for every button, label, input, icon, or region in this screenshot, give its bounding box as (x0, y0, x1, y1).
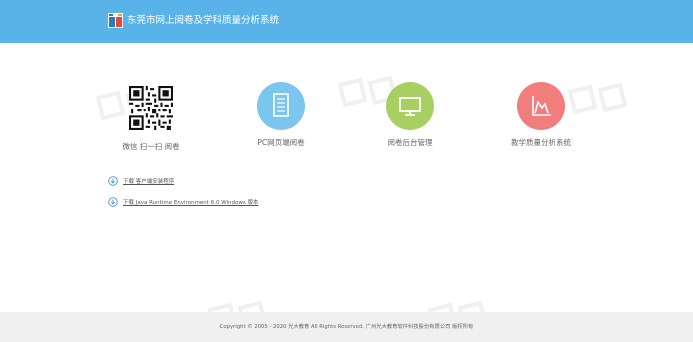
tile-label: 阅卷后台管理 (387, 138, 433, 147)
download-link-label[interactable]: 下载 客户端安装程序 (123, 177, 174, 185)
download-jre-link[interactable]: 下载 Java Runtime Environment 6.0 Windows … (108, 196, 259, 208)
chart-icon (517, 82, 565, 130)
monitor-icon (386, 82, 434, 130)
tile-label: PC网页端阅卷 (257, 138, 305, 147)
download-link-label[interactable]: 下载 Java Runtime Environment 6.0 Windows … (123, 198, 259, 206)
tile-label: 微信 扫一扫 阅卷 (122, 142, 180, 151)
footer: Copyright © 2005 - 2020 光大教育 All Rights … (0, 312, 693, 342)
download-icon (108, 176, 118, 186)
top-header: 东莞市网上阅卷及学科质量分析系统 (0, 0, 693, 43)
book-logo-icon (108, 13, 123, 28)
copyright-text: Copyright © 2005 - 2020 光大教育 All Rights … (219, 324, 474, 330)
tile-wechat-scan[interactable]: 微信 扫一扫 阅卷 (118, 86, 184, 152)
app-title: 东莞市网上阅卷及学科质量分析系统 (127, 15, 280, 26)
qr-code-icon (127, 86, 175, 134)
document-icon (257, 82, 305, 130)
download-icon (108, 197, 118, 207)
tile-label: 教学质量分析系统 (511, 138, 571, 147)
download-client-link[interactable]: 下载 客户端安装程序 (108, 175, 174, 187)
tile-quality-analysis[interactable]: 教学质量分析系统 (503, 82, 579, 148)
tile-admin-console[interactable]: 阅卷后台管理 (377, 82, 443, 148)
tile-pc-web-marking[interactable]: PC网页端阅卷 (248, 82, 314, 148)
